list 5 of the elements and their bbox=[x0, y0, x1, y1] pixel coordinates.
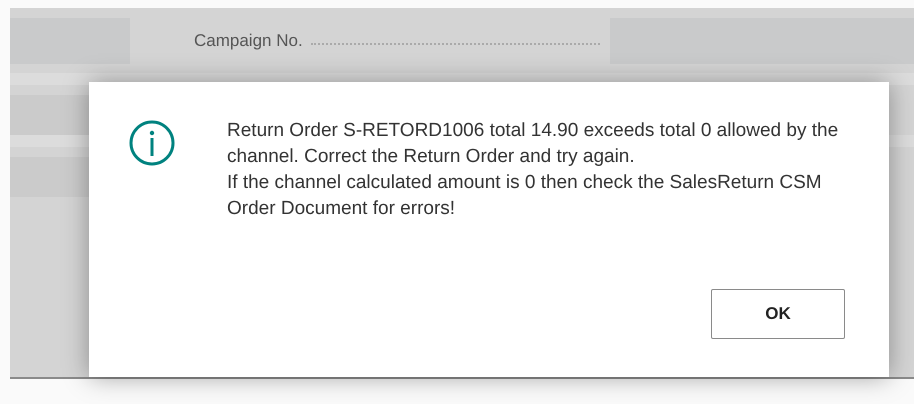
ok-button[interactable]: OK bbox=[711, 289, 845, 339]
message-text: Return Order S-RETORD1006 total 14.90 exceeds total 0 allowed by the channel. Correct the Return Order and try again. bbox=[227, 119, 839, 169]
info-icon bbox=[129, 120, 175, 166]
message-text: If the channel calculated amount is 0 then check the SalesReturn CSM Order Document for errors! bbox=[227, 171, 823, 221]
field-label: Campaign No. bbox=[194, 30, 303, 50]
